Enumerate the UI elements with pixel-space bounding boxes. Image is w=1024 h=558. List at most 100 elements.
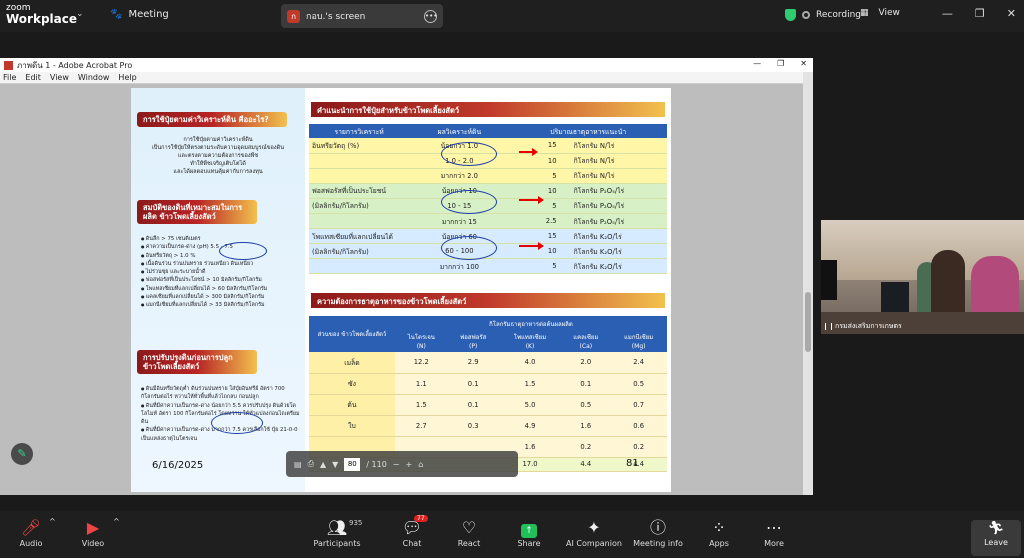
- share-screen-tab[interactable]: ก กอบ.'s screen •••: [281, 4, 443, 28]
- table-cell: 0.1: [447, 373, 499, 395]
- gallery-grid-icon[interactable]: ▦: [860, 8, 869, 18]
- window-controls: — ❐ ✕: [942, 7, 1016, 20]
- menu-file[interactable]: File: [3, 73, 16, 82]
- table-cell: 2.4: [610, 352, 667, 374]
- participants-label: Participants: [313, 539, 361, 548]
- table-cell: 1.5: [394, 394, 448, 416]
- table-cell: 0.5: [610, 373, 667, 395]
- nutrient-symbol: (Ca): [579, 343, 593, 350]
- zoom-toolbar: 🎤︎ Audio ^ ▶︎ Video ^ 👥︎ 935 Participant…: [0, 511, 1024, 558]
- red-arrow: [519, 148, 538, 156]
- leave-button[interactable]: 🏃︎ Leave: [971, 520, 1021, 556]
- table-cell: กิโลกรัม N/ไร่: [559, 168, 667, 184]
- table-cell: 1.1: [394, 373, 448, 395]
- table-cell: 2.7: [394, 415, 448, 437]
- share-screen-icon: ↑: [516, 517, 542, 539]
- minimize-icon[interactable]: —: [753, 59, 761, 68]
- print-icon[interactable]: ⎙: [308, 459, 314, 469]
- video-options-caret[interactable]: ^: [113, 517, 120, 526]
- audio-options-caret[interactable]: ^: [49, 517, 56, 526]
- presenter-icon: ก: [287, 9, 300, 23]
- table-cell: 0.5: [561, 394, 611, 416]
- info-icon: ⓘ: [649, 518, 666, 537]
- chat-button[interactable]: 💬︎ 77 Chat: [400, 515, 428, 548]
- prev-page-icon[interactable]: ▲: [320, 460, 326, 469]
- pdf-floating-toolbar: ▤ ⎙ ▲ ▼ 80 / 110 − + ⌂: [286, 451, 518, 477]
- right-panel: คำแนะนำการใช้ปุ๋ยสำหรับข้าวโพดเลี้ยงสัตว…: [305, 88, 671, 492]
- mic-muted-icon: 🎤︎: [20, 518, 42, 537]
- table-cell: 12.2: [394, 352, 448, 374]
- apps-button[interactable]: ⁘ Apps: [707, 517, 731, 548]
- more-options-icon[interactable]: •••: [424, 9, 437, 23]
- more-label: More: [764, 539, 784, 548]
- minimize-icon[interactable]: —: [942, 7, 953, 20]
- restore-icon[interactable]: ❐: [777, 59, 784, 68]
- table-cell: กิโลกรัม P₂O₅/ไร่: [559, 198, 667, 214]
- definition-line: เป็นการใช้ปุ๋ยให้ตรงตามระดับความอุดมสมบู…: [151, 145, 285, 151]
- annotation-circle: [441, 190, 497, 214]
- brand-line2: Workplace: [6, 12, 78, 26]
- save-icon[interactable]: ▤: [294, 460, 302, 469]
- annotate-pen-icon[interactable]: ✎: [11, 443, 33, 465]
- meeting-info-button[interactable]: ⓘ Meeting info: [632, 517, 684, 548]
- table-cell: กิโลกรัม P₂O₅/ไร่: [559, 213, 667, 230]
- menu-edit[interactable]: Edit: [25, 73, 41, 82]
- recording-indicator[interactable]: Recording: [785, 9, 861, 21]
- close-icon[interactable]: ✕: [800, 59, 807, 68]
- meeting-tab[interactable]: 🐾 Meeting: [110, 9, 169, 20]
- security-shield-icon[interactable]: [785, 9, 796, 21]
- table-cell: เมล็ด: [309, 352, 395, 374]
- table-cell: 0.3: [447, 415, 499, 437]
- view-controls: ▦ View: [860, 8, 900, 18]
- acrobat-menu-bar: File Edit View Window Help: [0, 72, 813, 84]
- menu-window[interactable]: Window: [78, 73, 110, 82]
- page-number-input[interactable]: 80: [344, 457, 361, 471]
- close-icon[interactable]: ✕: [1007, 7, 1016, 20]
- ai-companion-button[interactable]: ✦ AI Companion: [566, 517, 622, 548]
- annotation-circle: [219, 242, 267, 260]
- zoom-out-icon[interactable]: −: [393, 460, 400, 469]
- red-arrow: [519, 242, 544, 250]
- document-scrollbar[interactable]: [803, 72, 813, 495]
- participant-video[interactable]: กรมส่งเสริมการเกษตร: [821, 220, 1024, 334]
- table-cell: กิโลกรัม K₂O/ไร่: [559, 243, 667, 260]
- zoom-in-icon[interactable]: +: [406, 460, 413, 469]
- nutrient-name: ฟอสฟอรัส: [460, 334, 487, 341]
- participants-button[interactable]: 👥︎ 935 Participants: [313, 517, 363, 548]
- table-cell: ซัง: [309, 373, 395, 395]
- column-header: แคลเซียม (Ca): [561, 332, 611, 352]
- slide-page-number: 81: [626, 458, 639, 469]
- signal-icon: [825, 323, 832, 330]
- section-heading-2: สมบัติของดินที่เหมาะสมในการผลิต ข้าวโพดเ…: [137, 200, 257, 224]
- list-item: ฟอสฟอรัสที่เป็นประโยชน์ > 10 มิลลิกรัม/ก…: [141, 276, 303, 284]
- view-button[interactable]: View: [879, 8, 900, 18]
- audio-button[interactable]: 🎤︎ Audio: [17, 517, 45, 548]
- scrollbar-thumb[interactable]: [805, 292, 811, 352]
- chevron-down-icon[interactable]: ⌄: [76, 9, 84, 19]
- more-button[interactable]: ⋯ More: [761, 517, 787, 548]
- menu-help[interactable]: Help: [118, 73, 136, 82]
- table-cell: 2.5: [509, 213, 560, 230]
- next-page-icon[interactable]: ▼: [332, 460, 338, 469]
- list-item: ดินมีอินทรียวัตถุต่ำ ดินร่วนปนทราย ใส่ปุ…: [141, 385, 303, 402]
- table-cell: กิโลกรัม K₂O/ไร่: [559, 258, 667, 275]
- zoom-top-bar: zoom Workplace ⌄ 🐾 Meeting ก กอบ.'s scre…: [0, 0, 1024, 32]
- table-cell: ต้น: [309, 394, 395, 416]
- chat-badge: 77: [414, 515, 428, 522]
- definition-line: และได้ผลตอบแทนคุ้มค่ากับการลงทุน: [173, 169, 263, 175]
- table-cell: 4.9: [498, 415, 562, 437]
- table-cell: ฟอสฟอรัสที่เป็นประโยชน์: [309, 183, 410, 199]
- table-cell: โพแทสเซียมที่แลกเปลี่ยนได้: [309, 228, 410, 245]
- meeting-info-label: Meeting info: [633, 539, 683, 548]
- home-icon[interactable]: ⌂: [418, 460, 423, 469]
- restore-icon[interactable]: ❐: [975, 7, 985, 20]
- recording-icon: [802, 11, 810, 19]
- table-row: มากกว่า 15 2.5 กิโลกรัม P₂O₅/ไร่: [309, 213, 667, 230]
- react-button[interactable]: ♡ React: [456, 517, 482, 548]
- menu-view[interactable]: View: [50, 73, 69, 82]
- share-button[interactable]: ↑ Share: [516, 517, 542, 548]
- video-button[interactable]: ▶︎ Video: [79, 517, 107, 548]
- column-header: ผลวิเคราะห์ดิน: [409, 124, 510, 138]
- participant-name-tag: กรมส่งเสริมการเกษตร: [825, 321, 902, 332]
- definition-text: การใช้ปุ๋ยตามค่าวิเคราะห์ดิน เป็นการใช้ป…: [135, 136, 301, 176]
